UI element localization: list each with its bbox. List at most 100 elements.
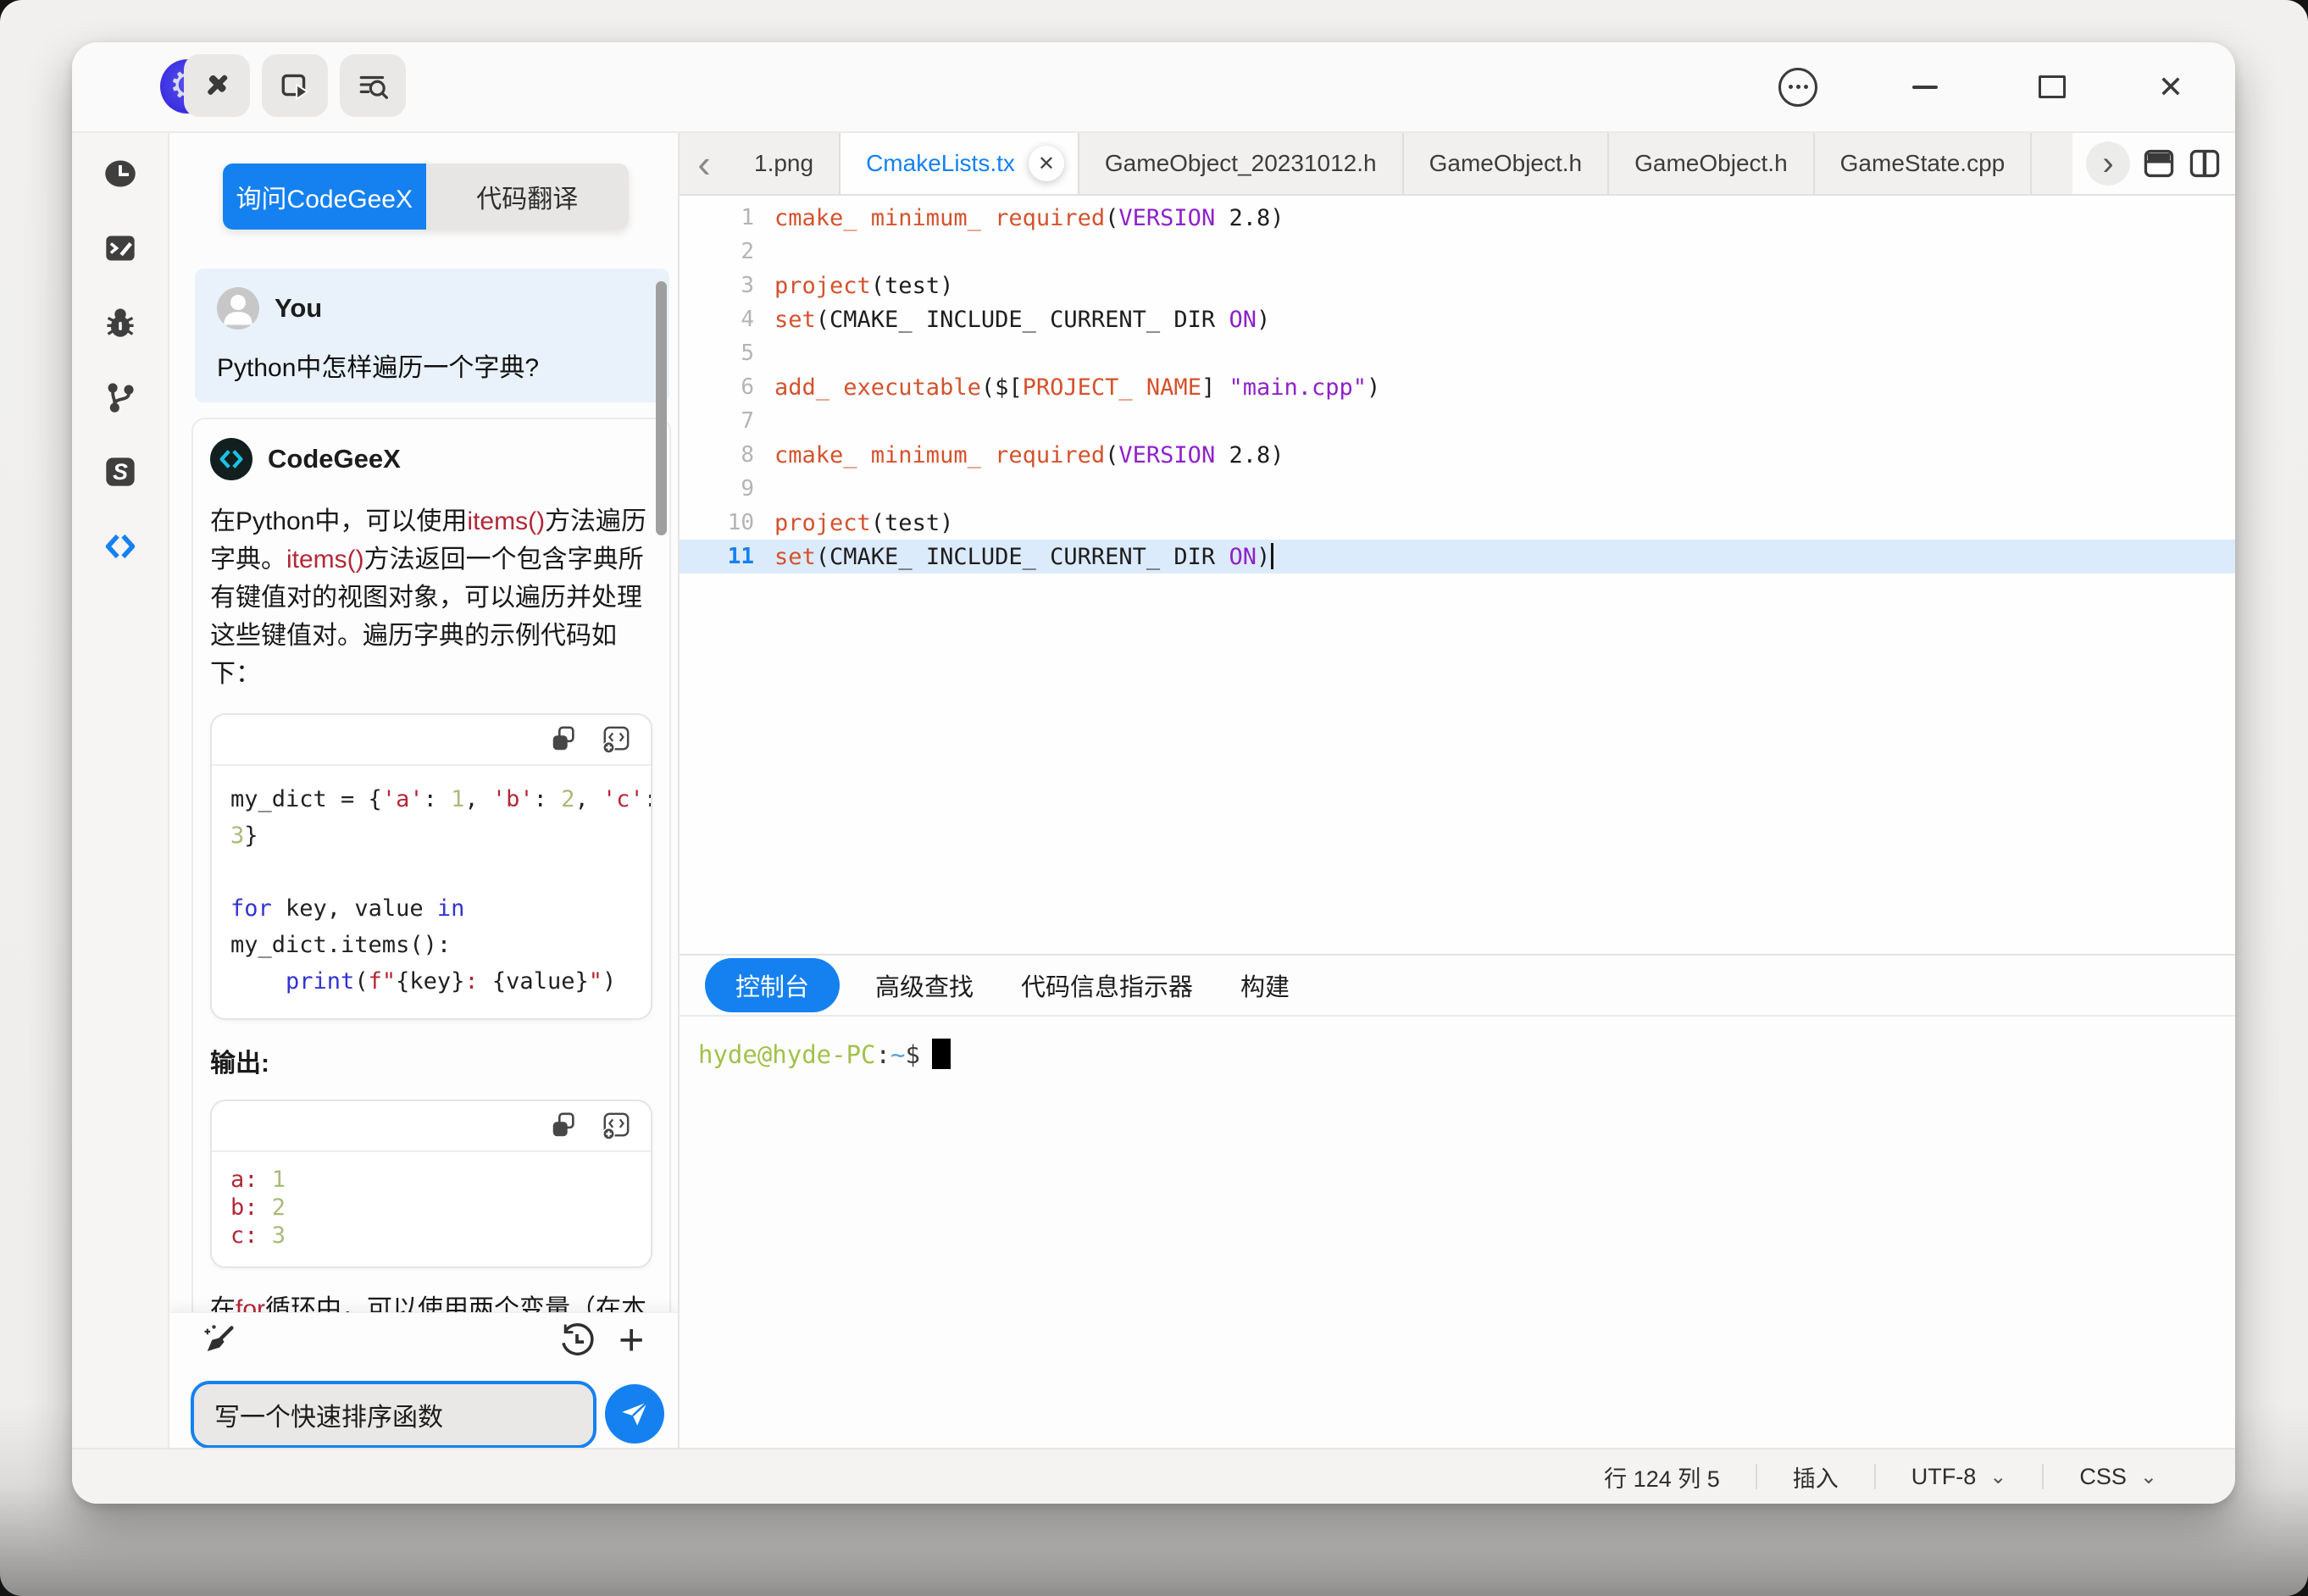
status-item-label: 行 124 列 5 [1604,1460,1720,1493]
copy-icon[interactable] [549,1111,578,1140]
status-item[interactable]: CSS ⌄ [2044,1464,2193,1490]
insert-code-icon[interactable] [602,1111,630,1140]
text-segment: : [424,786,452,812]
text-segment: add_ executable [774,374,981,401]
close-button[interactable]: ✕ [2140,42,2201,131]
user-name: You [275,293,322,324]
text-segment: my_dict = { [230,786,382,812]
sidebar-item-codegeex[interactable] [103,529,137,563]
text-segment: project [774,273,871,299]
maximize-button[interactable] [2022,42,2083,131]
editor-code-line[interactable]: 5 [680,336,2235,370]
sidebar-item-debug[interactable] [103,306,137,340]
status-item[interactable]: 插入 [1757,1460,1874,1493]
tabs-scroll-left-button[interactable]: ‹ [680,133,729,194]
chat-scrollbar[interactable] [656,281,667,535]
line-content: cmake_ minimum_ required(VERSION 2.8) [774,205,1284,231]
text-segment: ) [1367,374,1380,401]
tabs-scroll-right-button[interactable]: › [2086,141,2130,186]
bottom-panel-tab[interactable]: 代码信息指示器 [997,967,1217,1003]
editor-tab[interactable]: GameObject.h [1404,133,1610,194]
svg-text:S: S [113,459,128,485]
split-horizontal-icon[interactable] [2142,147,2176,180]
status-item-label: CSS [2079,1464,2127,1490]
chevron-down-icon: ⌄ [2140,1465,2157,1489]
build-hammer-button[interactable] [184,54,250,117]
text-segment: {key} [396,968,464,995]
editor-code-line[interactable]: 10project(test) [680,506,2235,540]
bottom-panel-tab[interactable]: 控制台 [705,958,840,1012]
app-window: ⚙ ✕ [72,42,2235,1504]
code-line: my_dict.items(): [230,927,632,963]
line-content: set(CMAKE_ INCLUDE_ CURRENT_ DIR ON) [774,307,1270,333]
editor-code-line[interactable]: 11set(CMAKE_ INCLUDE_ CURRENT_ DIR ON) [680,540,2235,574]
send-button[interactable] [605,1384,664,1444]
sidebar-item-history[interactable] [103,157,137,191]
bottom-panel-tab[interactable]: 高级查找 [852,967,997,1003]
line-content: project(test) [774,273,953,299]
line-number: 7 [680,408,774,434]
terminal[interactable]: hyde@hyde-PC:~$ [698,1039,2235,1069]
copy-icon[interactable] [549,725,578,754]
editor-tab[interactable]: GameObject.h [1609,133,1815,194]
sidebar-item-s-plugin[interactable]: S [103,455,137,489]
text-segment [258,1167,272,1193]
chat-input[interactable] [191,1381,596,1449]
text-segment: cmake_ minimum_ required [774,205,1105,231]
line-number: 2 [680,239,774,264]
run-button[interactable] [262,54,328,117]
chevron-down-icon: ⌄ [1989,1465,2006,1489]
editor-code-line[interactable]: 2 [680,235,2235,269]
new-chat-button[interactable]: + [619,1315,644,1366]
status-item[interactable]: UTF-8⌄ [1876,1464,2043,1490]
chat-tab[interactable]: 询问CodeGeeX [223,163,426,230]
text-segment: : [534,786,562,812]
text-segment: key, value [272,895,437,922]
chat-scroll-area[interactable]: You Python中怎样遍历一个字典? CodeGeeX 在Python中，可… [169,252,678,1313]
split-vertical-icon[interactable] [2188,147,2222,180]
sidebar-item-git[interactable] [103,380,137,414]
desktop-background: ⚙ ✕ [0,0,2308,1596]
minimize-button[interactable] [1895,42,1956,131]
chat-tab[interactable]: 代码翻译 [426,163,630,230]
sidebar-item-terminal-edit[interactable] [103,231,137,265]
clear-chat-button[interactable] [200,1323,237,1365]
assistant-intro-text: 在Python中，可以使用items()方法遍历字典。items()方法返回一个… [210,502,652,693]
editor-code-line[interactable]: 9 [680,472,2235,506]
status-item[interactable]: 行 124 列 5 [1568,1460,1756,1493]
code-line: print(f"{key}: {value}") [230,963,632,1000]
bottom-panel-tab[interactable]: 构建 [1217,967,1313,1003]
text-segment: items() [467,507,545,535]
code-block: my_dict = {'a': 1, 'b': 2, 'c':3} for ke… [210,713,652,1020]
ellipsis-icon [1778,68,1817,107]
editor-code-line[interactable]: 8cmake_ minimum_ required(VERSION 2.8) [680,438,2235,472]
line-number: 1 [680,205,774,230]
codegeex-avatar [210,438,252,480]
line-content: cmake_ minimum_ required(VERSION 2.8) [774,442,1284,468]
git-branch-icon [103,380,137,414]
tab-close-button[interactable]: ✕ [1029,146,1064,181]
terminal-edit-icon [103,231,137,265]
line-content: project(test) [774,510,953,536]
editor-tab[interactable]: GameObject_20231012.h [1079,133,1404,194]
editor-code-line[interactable]: 6add_ executable($[PROJECT_ NAME] "main.… [680,370,2235,404]
assistant-message-card: CodeGeeX 在Python中，可以使用items()方法遍历字典。item… [191,418,671,1313]
editor-code-line[interactable]: 3project(test) [680,269,2235,302]
search-in-files-button[interactable] [340,54,406,117]
editor-tab[interactable]: 1.png [729,133,841,194]
insert-code-icon[interactable] [602,725,630,754]
editor-code-line[interactable]: 1cmake_ minimum_ required(VERSION 2.8) [680,201,2235,235]
code-editor[interactable]: 1cmake_ minimum_ required(VERSION 2.8)23… [680,196,2235,954]
editor-tab[interactable]: GameState.cpp [1815,133,2033,194]
editor-code-line[interactable]: 4set(CMAKE_ INCLUDE_ CURRENT_ DIR ON) [680,302,2235,336]
chat-history-button[interactable] [558,1322,596,1365]
text-segment: items() [286,546,364,574]
text-segment: 3 [230,823,244,849]
more-options-button[interactable] [1767,42,1828,131]
code-block-content: my_dict = {'a': 1, 'b': 2, 'c':3} for ke… [212,766,651,1018]
editor-code-line[interactable]: 7 [680,404,2235,438]
minimize-icon [1912,86,1938,89]
text-segment: c [230,1222,244,1249]
user-message-text: Python中怎样遍历一个字典? [217,346,647,384]
editor-tab[interactable]: CmakeLists.tx✕ [841,133,1079,194]
